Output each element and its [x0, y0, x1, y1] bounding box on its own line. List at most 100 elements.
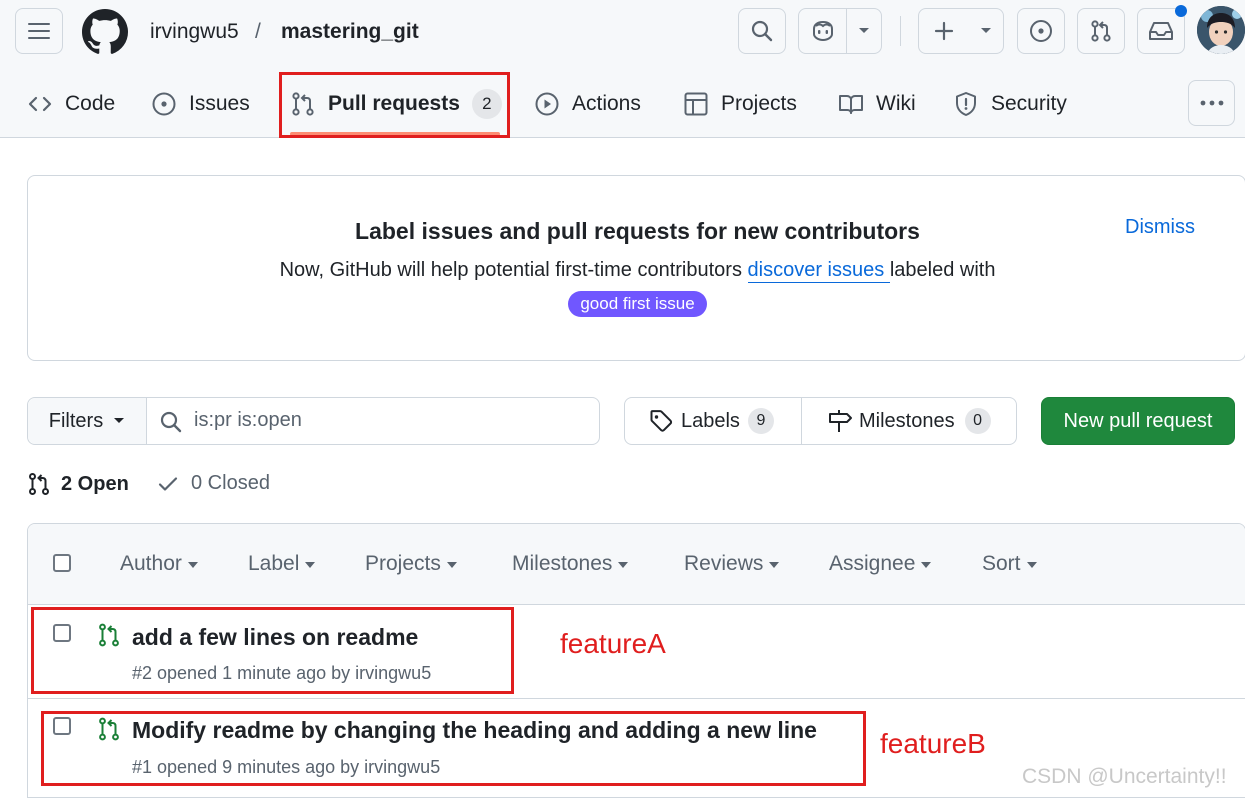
- reviews-filter[interactable]: Reviews: [684, 552, 780, 576]
- tab-projects[interactable]: Projects: [683, 84, 797, 124]
- author-filter[interactable]: Author: [120, 552, 198, 576]
- git-pull-request-icon: [27, 472, 51, 496]
- closed-count: 0 Closed: [191, 472, 270, 494]
- issue-opened-icon: [151, 91, 177, 117]
- create-new-plus: [919, 9, 969, 53]
- filter-search-group: Filters is:pr is:open: [27, 397, 600, 445]
- menu-button[interactable]: [15, 8, 63, 54]
- triangle-down-icon: [446, 562, 457, 568]
- copilot-icon: [810, 20, 836, 42]
- search-input[interactable]: is:pr is:open: [194, 409, 302, 432]
- open-prs-toggle[interactable]: 2 Open: [27, 472, 129, 496]
- discover-issues-link[interactable]: discover issues: [747, 259, 890, 283]
- copilot-dropdown[interactable]: [847, 9, 881, 53]
- filter-label: Label: [248, 552, 300, 575]
- labels-milestones-group: Labels 9 Milestones 0: [624, 397, 1017, 445]
- book-icon: [838, 91, 864, 117]
- triangle-down-icon: [113, 417, 125, 425]
- triangle-down-icon: [921, 562, 932, 568]
- more-tabs-button[interactable]: [1188, 80, 1235, 126]
- select-all-checkbox[interactable]: [53, 554, 71, 572]
- triangle-down-icon: [187, 562, 198, 568]
- git-pull-request-icon: [1089, 19, 1113, 43]
- your-issues-button[interactable]: [1017, 8, 1065, 54]
- filter-label: Reviews: [684, 552, 764, 575]
- open-count: 2 Open: [61, 472, 129, 495]
- triangle-down-icon: [1026, 562, 1037, 568]
- good-first-issue-label[interactable]: good first issue: [568, 291, 707, 317]
- tab-label: Issues: [189, 92, 250, 115]
- watermark: CSDN @Uncertainty!!: [1022, 765, 1227, 788]
- tab-actions[interactable]: Actions: [534, 84, 641, 124]
- labels-label: Labels: [681, 409, 740, 432]
- check-icon: [157, 473, 179, 495]
- kebab-horizontal-icon: [1200, 100, 1224, 106]
- closed-prs-toggle[interactable]: 0 Closed: [157, 472, 270, 495]
- annotation-box-pr-2: [31, 607, 514, 694]
- tab-label: Security: [991, 92, 1067, 115]
- tab-label: Wiki: [876, 92, 916, 115]
- repo-name-link[interactable]: mastering_git: [281, 18, 419, 46]
- milestones-button[interactable]: Milestones 0: [803, 398, 1017, 444]
- triangle-down-icon: [858, 27, 870, 35]
- github-logo-icon[interactable]: [82, 9, 128, 55]
- tab-label: Code: [65, 92, 116, 115]
- sort-filter[interactable]: Sort: [982, 552, 1037, 576]
- projects-filter[interactable]: Projects: [365, 552, 457, 576]
- create-new-caret: [969, 9, 1003, 53]
- tag-icon: [649, 409, 673, 433]
- search-icon: [160, 411, 182, 433]
- milestone-icon: [827, 409, 853, 433]
- search-icon: [751, 20, 773, 42]
- milestones-label: Milestones: [859, 409, 955, 432]
- annotation-box-pr-1: [41, 711, 866, 786]
- dismiss-link[interactable]: Dismiss: [1125, 216, 1195, 239]
- hamburger-icon: [28, 22, 50, 40]
- tab-wiki[interactable]: Wiki: [838, 84, 916, 124]
- annotation-label-feature-a: featureA: [560, 628, 666, 659]
- copilot-button[interactable]: [799, 9, 846, 53]
- code-icon: [27, 91, 53, 117]
- repo-owner-link[interactable]: irvingwu5: [150, 18, 239, 46]
- milestones-filter[interactable]: Milestones: [512, 552, 629, 576]
- play-icon: [534, 91, 560, 117]
- triangle-down-icon: [769, 562, 780, 568]
- copilot-split-button[interactable]: [798, 8, 882, 54]
- triangle-down-icon: [305, 562, 316, 568]
- avatar[interactable]: [1197, 6, 1245, 54]
- filter-label: Milestones: [512, 552, 613, 575]
- tab-security[interactable]: Security: [953, 84, 1067, 124]
- annotation-box-pull-requests-tab: [279, 72, 510, 138]
- label-filter[interactable]: Label: [248, 552, 316, 576]
- tab-label: Actions: [572, 92, 641, 115]
- create-new-button[interactable]: [918, 8, 1004, 54]
- tab-code[interactable]: Code: [27, 84, 115, 124]
- banner-text: Now, GitHub will help potential first-ti…: [128, 257, 1147, 283]
- repo-header: irvingwu5 / mastering_git Code Issues Pu…: [0, 0, 1245, 138]
- your-pull-requests-button[interactable]: [1077, 8, 1125, 54]
- assignee-filter[interactable]: Assignee: [829, 552, 932, 576]
- milestones-count: 0: [964, 408, 991, 434]
- plus-icon: [934, 21, 954, 41]
- list-header: Author Label Projects Milestones Reviews…: [28, 524, 1245, 605]
- notification-dot: [1175, 5, 1187, 17]
- new-pull-request-button[interactable]: New pull request: [1041, 397, 1235, 445]
- filter-label: Assignee: [829, 552, 916, 575]
- filter-label: Projects: [365, 552, 441, 575]
- filter-label: Sort: [982, 552, 1021, 575]
- table-icon: [683, 91, 709, 117]
- issue-opened-icon: [1029, 19, 1053, 43]
- filters-dropdown-button[interactable]: Filters: [28, 398, 147, 444]
- tab-issues[interactable]: Issues: [151, 84, 250, 124]
- breadcrumb-separator: /: [255, 20, 261, 43]
- banner-title: Label issues and pull requests for new c…: [355, 218, 920, 244]
- labels-count: 9: [747, 408, 774, 434]
- filters-label: Filters: [48, 409, 104, 432]
- search-button[interactable]: [738, 8, 786, 54]
- new-contributors-banner: Label issues and pull requests for new c…: [27, 175, 1245, 361]
- inbox-icon: [1148, 20, 1174, 42]
- labels-button[interactable]: Labels 9: [625, 398, 802, 444]
- header-divider: [900, 16, 901, 46]
- triangle-down-icon: [980, 27, 992, 35]
- annotation-label-feature-b: featureB: [880, 728, 986, 759]
